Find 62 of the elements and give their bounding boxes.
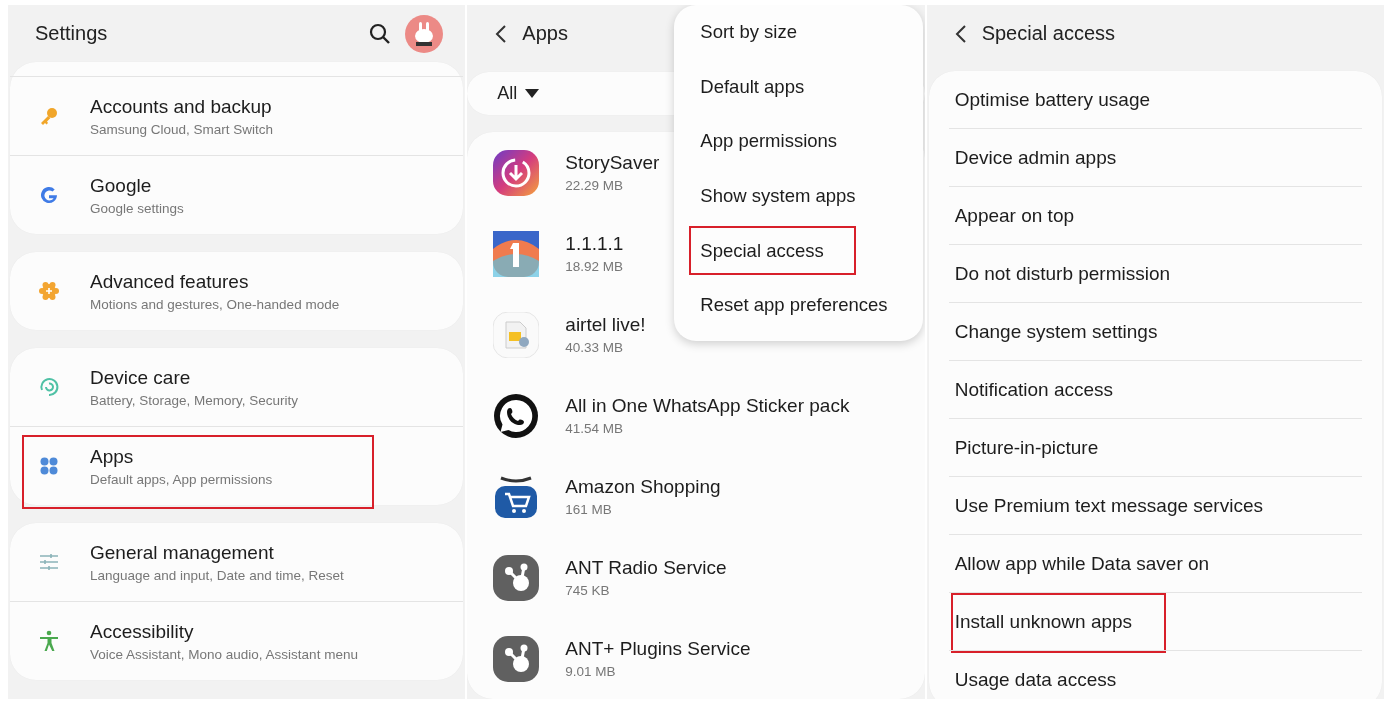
app-name[interactable]: airtel live!: [565, 314, 646, 336]
settings-item-title[interactable]: General management: [90, 541, 344, 564]
screen-title: Apps: [522, 22, 568, 45]
settings-item-title[interactable]: Apps: [90, 445, 273, 468]
connected-nodes-app-icon: [493, 554, 540, 601]
download-arrow-app-icon: [493, 149, 540, 196]
app-size: 22.29 MB: [565, 178, 625, 193]
app-name[interactable]: All in One WhatsApp Sticker pack: [565, 395, 850, 417]
menu-item[interactable]: Sort by size: [674, 5, 924, 60]
app-name[interactable]: Amazon Shopping: [565, 476, 721, 498]
settings-item-title[interactable]: Google: [90, 174, 184, 197]
app-size: 40.33 MB: [565, 340, 625, 355]
access-option[interactable]: Use Premium text message services: [954, 494, 1263, 517]
settings-item-subtitle: Google settings: [90, 200, 184, 216]
numeral-app-icon: [493, 230, 540, 277]
menu-item[interactable]: Special access: [674, 223, 924, 278]
caret-icon: [525, 89, 540, 98]
refresh-circle-icon: [37, 375, 61, 399]
access-option[interactable]: Change system settings: [954, 320, 1158, 343]
app-size: 41.54 MB: [565, 421, 625, 436]
menu-item[interactable]: Default apps: [674, 59, 924, 115]
connected-nodes-app-icon: [493, 635, 540, 682]
settings-item-subtitle: Language and input, Date and time, Reset: [90, 567, 344, 583]
filter-dropdown[interactable]: All: [497, 83, 540, 104]
back-button[interactable]: [494, 23, 509, 44]
sim-card-app-icon: [493, 311, 540, 358]
screen-title: Special access: [981, 22, 1116, 45]
screen-title: Settings: [35, 22, 108, 45]
app-size: 745 KB: [565, 583, 611, 598]
access-option[interactable]: Install unknown apps: [954, 610, 1133, 633]
accessibility-person-icon: [37, 629, 61, 653]
settings-item-title[interactable]: Accessibility: [90, 620, 358, 643]
access-option[interactable]: Device admin apps: [954, 146, 1117, 169]
settings-item-subtitle: Voice Assistant, Mono audio, Assistant menu: [90, 646, 358, 662]
access-option[interactable]: Allow app while Data saver on: [954, 552, 1210, 575]
menu-item[interactable]: Reset app preferences: [674, 277, 924, 333]
settings-item-subtitle: Samsung Cloud, Smart Switch: [90, 121, 274, 137]
menu-item[interactable]: Show system apps: [674, 168, 924, 224]
access-option[interactable]: Optimise battery usage: [954, 88, 1151, 111]
menu-item[interactable]: App permissions: [674, 114, 924, 169]
app-size: 9.01 MB: [565, 664, 617, 679]
back-button[interactable]: [953, 23, 968, 44]
app-name[interactable]: StorySaver: [565, 152, 660, 174]
access-option[interactable]: Picture-in-picture: [954, 436, 1099, 459]
app-size: 18.92 MB: [565, 259, 624, 274]
access-option[interactable]: Notification access: [954, 378, 1114, 401]
settings-item-title[interactable]: Device care: [90, 366, 299, 389]
app-name[interactable]: ANT+ Plugins Service: [565, 638, 751, 660]
settings-item-title[interactable]: Accounts and backup: [90, 95, 274, 118]
settings-item-subtitle: Battery, Storage, Memory, Security: [90, 392, 299, 408]
app-name[interactable]: 1.1.1.1: [565, 233, 624, 255]
phone-chat-bubble-app-icon: [493, 392, 540, 439]
app-name[interactable]: ANT Radio Service: [565, 557, 727, 579]
access-option[interactable]: Do not disturb permission: [954, 262, 1171, 285]
app-size: 161 MB: [565, 502, 613, 517]
settings-item-subtitle: Motions and gestures, One-handed mode: [90, 296, 340, 312]
avatar[interactable]: [405, 14, 444, 53]
settings-item-title[interactable]: Advanced features: [90, 270, 340, 293]
settings-item-subtitle: Default apps, App permissions: [90, 471, 273, 487]
access-option[interactable]: Appear on top: [954, 204, 1075, 227]
search-icon[interactable]: [369, 22, 392, 45]
access-option[interactable]: Usage data access: [954, 668, 1117, 691]
